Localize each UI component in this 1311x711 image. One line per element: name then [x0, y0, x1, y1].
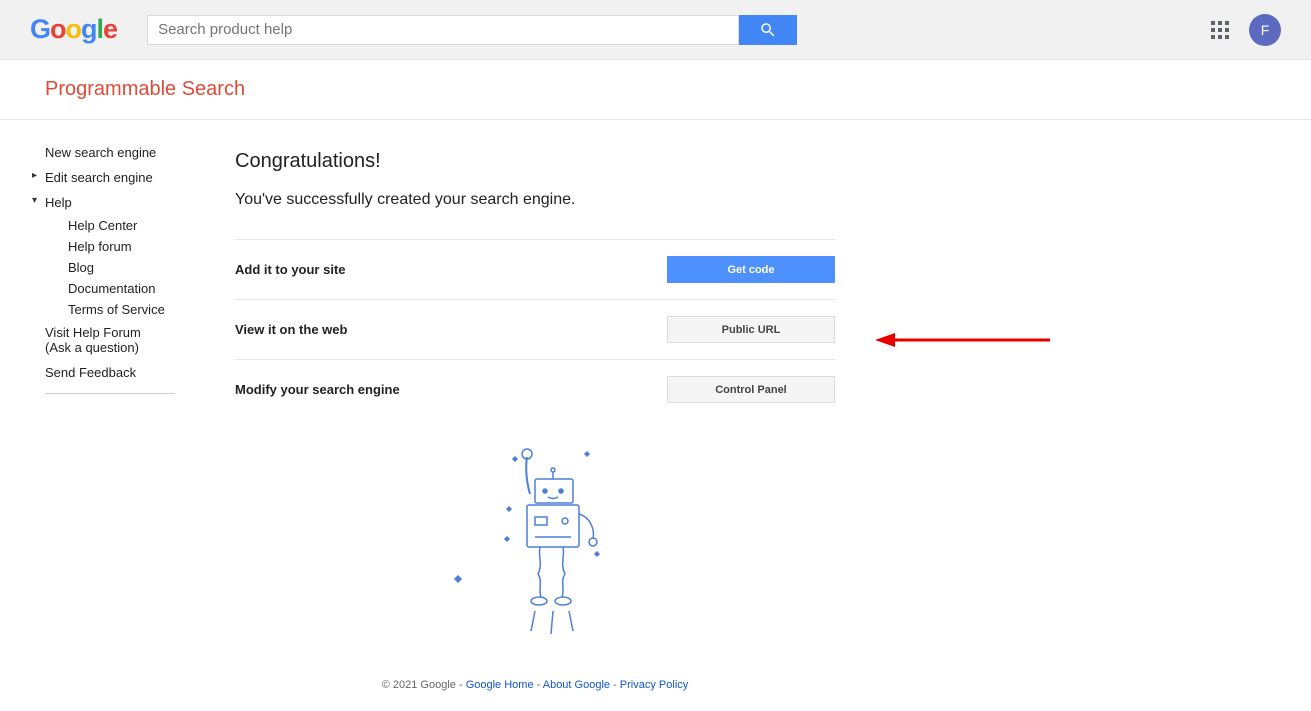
apps-icon[interactable]: [1211, 21, 1229, 39]
page-title: Congratulations!: [235, 150, 835, 173]
action-row-modify: Modify your search engine Control Panel: [235, 359, 835, 419]
page-subtitle: You've successfully created your search …: [235, 191, 835, 209]
google-logo[interactable]: Google: [30, 14, 117, 45]
sidebar-divider: [45, 393, 175, 394]
footer-copyright: © 2021 Google: [382, 679, 459, 691]
sidebar-item-new-engine[interactable]: New search engine: [30, 140, 210, 165]
footer-link-privacy[interactable]: Privacy Policy: [620, 679, 688, 691]
sidebar-item-help[interactable]: Help: [30, 190, 210, 215]
sidebar-item-edit-engine[interactable]: Edit search engine: [30, 165, 210, 190]
search-icon: [759, 21, 777, 39]
footer-link-home[interactable]: Google Home: [466, 679, 534, 691]
sidebar-sub-tos[interactable]: Terms of Service: [30, 299, 210, 320]
sidebar-sub-help-center[interactable]: Help Center: [30, 215, 210, 236]
top-bar: Google F: [0, 0, 1311, 60]
sidebar: New search engine Edit search engine Hel…: [30, 120, 210, 711]
sidebar-sub-help-forum[interactable]: Help forum: [30, 236, 210, 257]
action-label-view: View it on the web: [235, 322, 347, 337]
action-label-modify: Modify your search engine: [235, 382, 400, 397]
annotation-arrow-icon: [875, 325, 1055, 355]
sidebar-item-send-feedback[interactable]: Send Feedback: [30, 360, 210, 385]
get-code-button[interactable]: Get code: [667, 256, 835, 283]
sidebar-item-visit-forum[interactable]: Visit Help Forum (Ask a question): [30, 320, 210, 360]
footer: © 2021 Google - Google Home - About Goog…: [235, 639, 835, 711]
sidebar-sub-documentation[interactable]: Documentation: [30, 278, 210, 299]
product-title-link[interactable]: Programmable Search: [45, 78, 245, 100]
avatar[interactable]: F: [1249, 14, 1281, 46]
sidebar-visit-forum-label: Visit Help Forum: [45, 325, 141, 340]
public-url-button[interactable]: Public URL: [667, 316, 835, 343]
action-label-add: Add it to your site: [235, 262, 346, 277]
robot-illustration: [235, 439, 835, 639]
sidebar-sub-blog[interactable]: Blog: [30, 257, 210, 278]
search-input[interactable]: [147, 15, 739, 45]
control-panel-button[interactable]: Control Panel: [667, 376, 835, 403]
footer-link-about[interactable]: About Google: [543, 679, 610, 691]
action-row-view: View it on the web Public URL: [235, 299, 835, 359]
action-row-add: Add it to your site Get code: [235, 239, 835, 299]
search-button[interactable]: [739, 15, 797, 45]
sidebar-visit-forum-sub: (Ask a question): [45, 340, 139, 355]
main-content: Congratulations! You've successfully cre…: [235, 120, 835, 711]
title-bar: Programmable Search: [0, 60, 1311, 120]
